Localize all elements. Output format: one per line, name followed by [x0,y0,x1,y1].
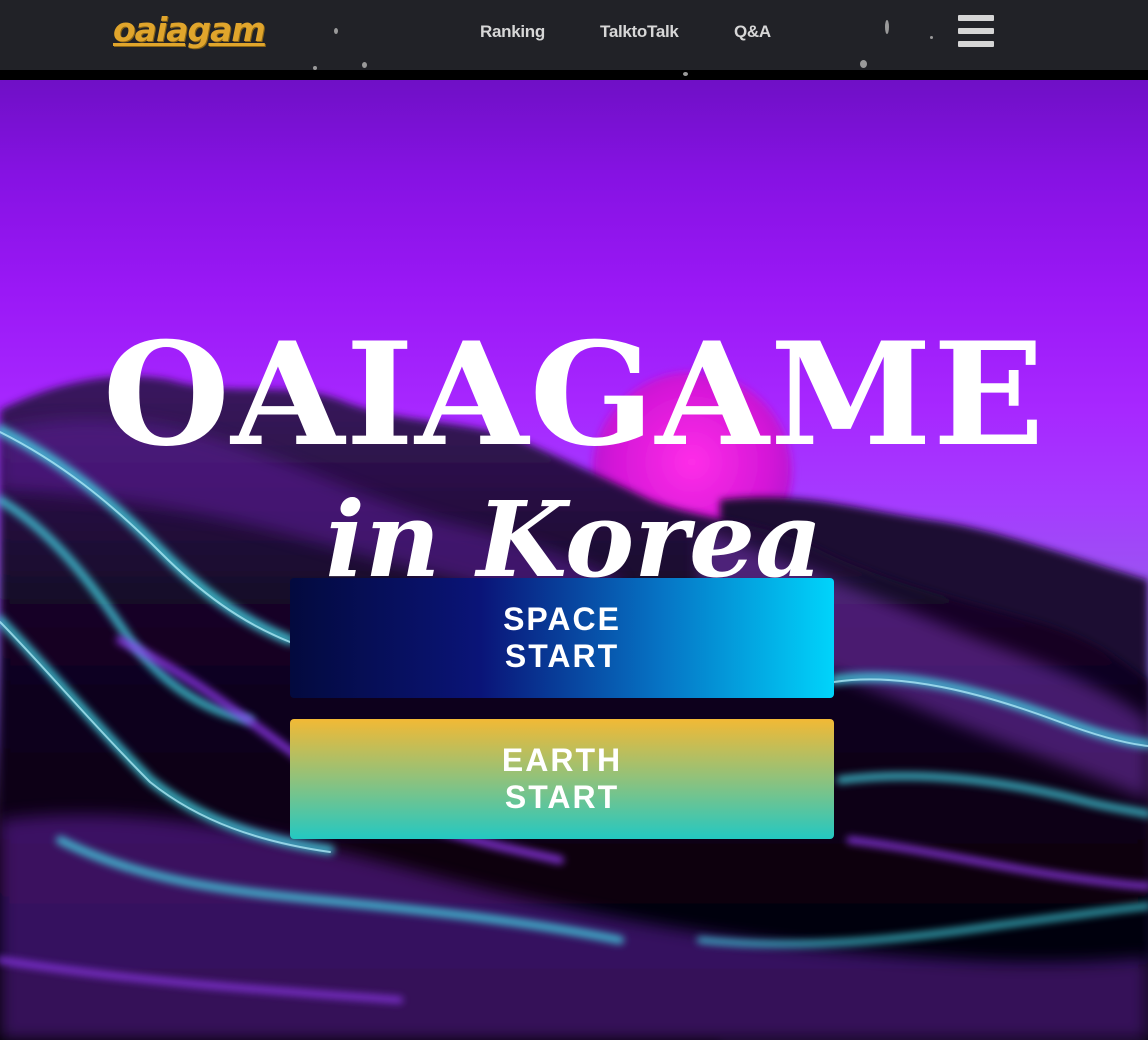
decorative-speck [313,66,317,70]
nav-link-ranking[interactable]: Ranking [480,22,545,42]
decorative-speck [334,28,338,34]
hamburger-menu-icon[interactable] [958,15,994,49]
site-logo[interactable]: oaiagam [113,10,266,49]
earth-start-label-line1: EARTH [501,742,623,778]
nav-link-qa[interactable]: Q&A [734,22,771,42]
space-start-label-line2: START [504,638,620,674]
hero-section: OAIAGAME in Korea [0,80,1148,1040]
nav-link-talktotalk[interactable]: TalktoTalk [600,22,679,42]
decorative-speck [683,72,688,76]
decorative-speck [885,20,889,34]
decorative-speck [930,36,933,39]
hero-title: OAIAGAME [102,312,1046,478]
space-start-button[interactable]: SPACE START [290,578,834,698]
earth-start-button[interactable]: EARTH START [290,719,834,839]
decorative-speck [860,60,867,68]
top-navbar: oaiagam Ranking TalktoTalk Q&A [0,0,1148,80]
earth-start-label-line2: START [504,779,620,815]
decorative-speck [362,62,367,68]
space-start-label-line1: SPACE [503,601,621,637]
